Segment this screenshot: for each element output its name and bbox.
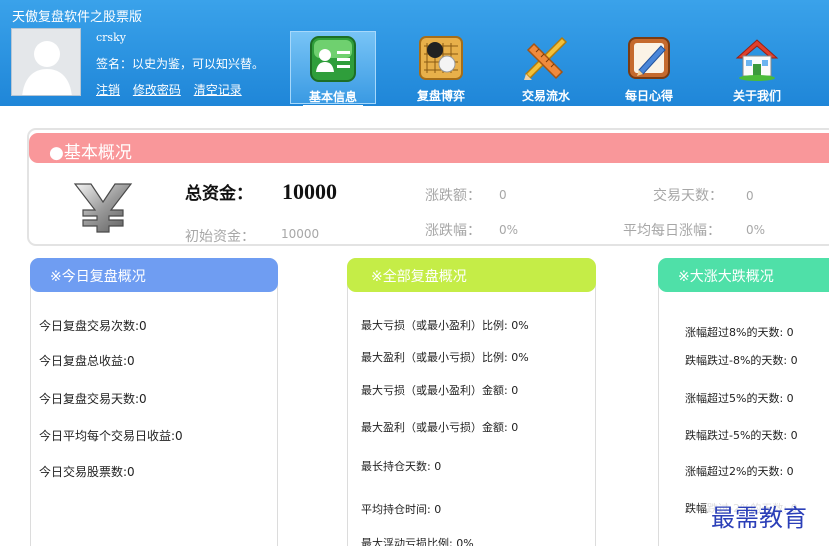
swing-row: 涨幅超过2%的天数: 0 [685, 465, 794, 478]
pencil-ruler-icon [524, 36, 568, 80]
swing-overview-header: ※大涨大跌概况 [658, 258, 829, 292]
initial-funds-label: 初始资金： [185, 229, 255, 245]
all-row: 最大盈利（或最小亏损）金额: 0 [361, 421, 519, 434]
swing-row: 跌幅跌过-5%的天数: 0 [685, 429, 798, 442]
username: crsky [96, 31, 126, 44]
go-board-icon [419, 36, 463, 80]
app-title: 天傲复盘软件之股票版 [12, 10, 143, 25]
yen-icon [73, 183, 133, 233]
avg-daily-rise-label: 平均每日涨幅： [623, 223, 721, 239]
swing-overview-title: ※大涨大跌概况 [678, 269, 774, 285]
all-overview-card: ※全部复盘概况 最大亏损（或最小盈利）比例: 0% 最大盈利（或最小亏损）比例:… [347, 258, 596, 546]
swing-row: 跌幅跌过-8%的天数: 0 [685, 354, 798, 367]
change-amount-value: 0 [499, 188, 507, 202]
tab-basic-info[interactable]: 基本信息 [290, 31, 376, 106]
today-row: 今日平均每个交易日收益:0 [39, 429, 183, 443]
today-overview-card: ※今日复盘概况 今日复盘交易次数:0 今日复盘总收益:0 今日复盘交易天数:0 … [30, 258, 278, 546]
user-silhouette-icon [12, 29, 80, 95]
basic-overview-header: ●基本概况 [29, 133, 829, 163]
all-row: 平均持仓时间: 0 [361, 503, 442, 516]
avatar[interactable] [11, 28, 81, 96]
clear-records-link[interactable]: 清空记录 [194, 83, 242, 97]
all-row: 最大亏损（或最小盈利）比例: 0% [361, 319, 529, 332]
avg-daily-rise-value: 0% [746, 223, 766, 237]
total-funds-value: 10000 [282, 179, 337, 204]
today-row: 今日复盘总收益:0 [39, 354, 135, 368]
tab-replay-game-label: 复盘博弈 [416, 89, 465, 103]
all-row: 最长持仓天数: 0 [361, 460, 442, 473]
user-links: 注销 修改密码 清空记录 [96, 81, 251, 98]
user-signature: 签名：以史为鉴，可以知兴替。 [96, 57, 265, 71]
tab-about-us[interactable]: 关于我们 [714, 31, 800, 104]
all-overview-header: ※全部复盘概况 [347, 258, 596, 292]
today-row: 今日交易股票数:0 [39, 465, 135, 479]
top-header: 天傲复盘软件之股票版 crsky 签名：以史为鉴，可以知兴替。 注销 修改密码 … [0, 0, 829, 106]
basic-overview-title: ●基本概况 [49, 143, 132, 163]
all-row: 最大盈利（或最小亏损）比例: 0% [361, 351, 529, 364]
tab-trade-flow-label: 交易流水 [521, 89, 570, 103]
today-row: 今日复盘交易次数:0 [39, 319, 147, 333]
today-row: 今日复盘交易天数:0 [39, 392, 147, 406]
tab-about-us-label: 关于我们 [732, 89, 781, 103]
notebook-pencil-icon [628, 37, 670, 79]
tab-daily-notes[interactable]: 每日心得 [606, 31, 692, 104]
swing-row: 涨幅超过5%的天数: 0 [685, 392, 794, 405]
change-amount-label: 涨跌额： [425, 188, 481, 204]
tab-basic-info-label: 基本信息 [303, 88, 363, 106]
swing-row: 涨幅超过8%的天数: 0 [685, 326, 794, 339]
change-rate-value: 0% [499, 223, 519, 237]
watermark-text: 最需教育 [708, 498, 810, 533]
total-funds-label: 总资金： [185, 184, 253, 204]
all-row: 最大亏损（或最小盈利）金额: 0 [361, 384, 519, 397]
logout-link[interactable]: 注销 [96, 83, 120, 97]
basic-overview-panel: ●基本概况 总资金： 10000 初始资金： 10000 涨跌额： 0 涨跌幅：… [27, 128, 829, 246]
initial-funds-value: 10000 [281, 227, 320, 241]
change-password-link[interactable]: 修改密码 [133, 83, 181, 97]
tab-daily-notes-label: 每日心得 [624, 89, 673, 103]
all-row: 最大浮动亏损比例: 0% [361, 537, 474, 546]
trade-days-label: 交易天数： [653, 188, 723, 204]
today-overview-title: ※今日复盘概况 [50, 269, 146, 285]
tab-trade-flow[interactable]: 交易流水 [503, 31, 589, 104]
change-rate-label: 涨跌幅： [425, 223, 481, 239]
all-overview-title: ※全部复盘概况 [371, 269, 467, 285]
house-icon [735, 39, 779, 81]
trade-days-value: 0 [746, 189, 754, 203]
contacts-card-icon [310, 36, 356, 82]
today-overview-header: ※今日复盘概况 [30, 258, 278, 292]
tab-replay-game[interactable]: 复盘博弈 [398, 31, 484, 104]
